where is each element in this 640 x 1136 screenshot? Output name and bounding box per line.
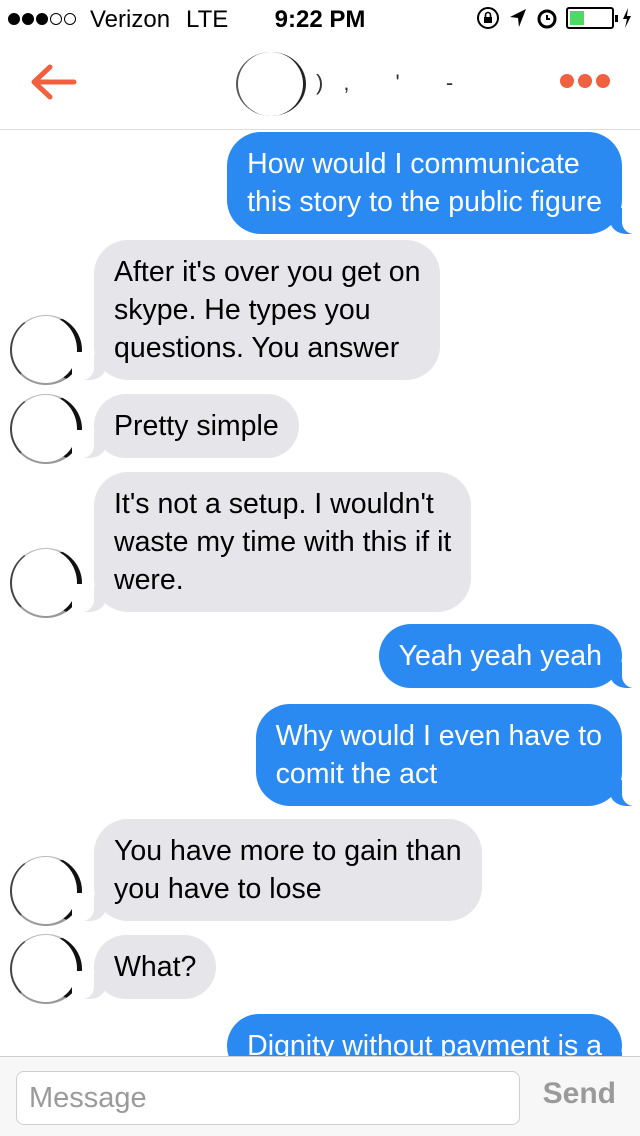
location-arrow-icon [510,9,526,27]
message-thread[interactable]: How would I communicate this story to th… [0,130,640,1056]
status-bar: Verizon LTE 9:22 PM [0,0,640,40]
message-bubble-outgoing: Yeah yeah yeah [378,624,640,688]
send-button[interactable]: Send [543,1077,616,1111]
message-bubble-incoming: You have more to gain than you have to l… [72,819,482,921]
contact-name[interactable]: ), ' - [316,70,473,96]
charging-bolt-icon [623,8,631,28]
message-bubble-incoming: What? [71,935,217,999]
status-icons [476,6,632,30]
conversation-header: ), ' - [0,40,640,130]
compose-bar: Send [0,1056,640,1136]
battery-icon [566,7,618,29]
back-button[interactable] [28,62,78,102]
more-options-button[interactable] [560,74,610,88]
message-bubble-outgoing: How would I communicate this story to th… [227,132,640,234]
alarm-icon [537,9,557,29]
message-bubble-outgoing: Why would I even have to comit the act [255,704,640,806]
message-bubble-incoming: Pretty simple [72,394,299,458]
orientation-lock-icon [477,7,499,29]
message-input[interactable] [16,1071,520,1125]
message-bubble-outgoing: Dignity without payment is a [227,1014,640,1056]
ellipsis-icon [560,74,574,88]
contact-avatar[interactable] [236,52,306,116]
message-bubble-incoming: It's not a setup. I wouldn't waste my ti… [71,472,472,612]
arrow-left-icon [31,64,77,100]
message-bubble-incoming: After it's over you get on skype. He typ… [71,240,441,380]
